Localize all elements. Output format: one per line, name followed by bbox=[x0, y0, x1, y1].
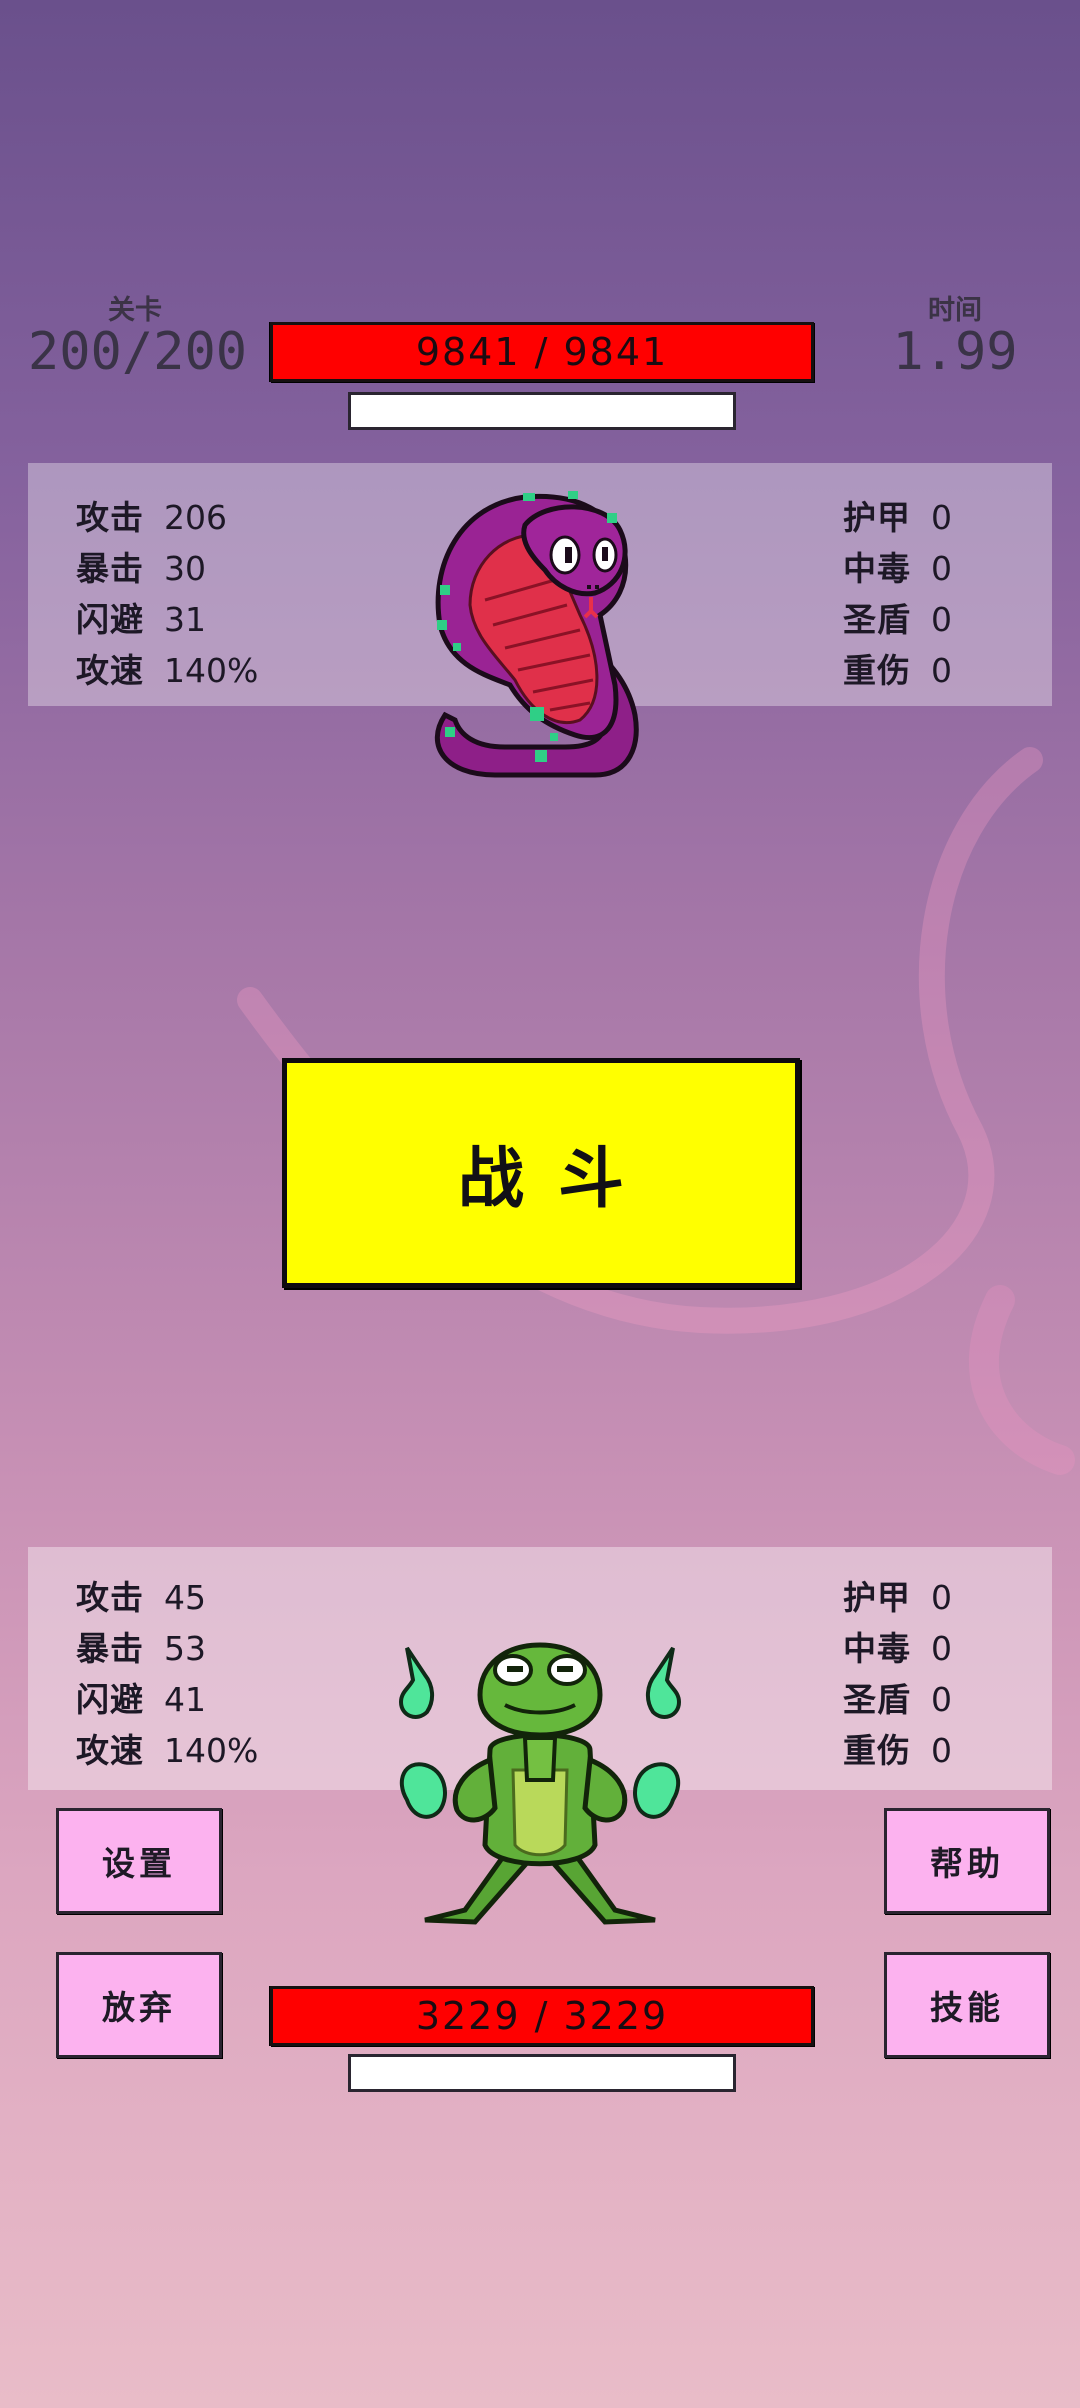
time-value: 1.99 bbox=[892, 322, 1018, 382]
settings-button[interactable]: 设置 bbox=[56, 1808, 222, 1914]
enemy-stat-crit: 暴击 30 bbox=[76, 549, 206, 588]
player-stat-dodge: 闪避 41 bbox=[76, 1680, 206, 1719]
player-stat-armor: 护甲 0 bbox=[843, 1578, 952, 1617]
enemy-stat-speed: 攻速 140% bbox=[76, 651, 259, 690]
enemy-stat-attack: 攻击 206 bbox=[76, 498, 227, 537]
player-stat-holy-shield: 圣盾 0 bbox=[843, 1680, 952, 1719]
fight-button[interactable]: 战斗 bbox=[282, 1058, 800, 1288]
player-stat-speed: 攻速 140% bbox=[76, 1731, 259, 1770]
give-up-button[interactable]: 放弃 bbox=[56, 1952, 222, 2058]
enemy-stat-poison: 中毒 0 bbox=[843, 549, 952, 588]
player-shield-bar bbox=[348, 2054, 736, 2092]
player-stat-wound: 重伤 0 bbox=[843, 1731, 952, 1770]
skills-button[interactable]: 技能 bbox=[884, 1952, 1050, 2058]
player-hp-text: 3229 / 3229 bbox=[415, 1994, 669, 2038]
player-stat-poison: 中毒 0 bbox=[843, 1629, 952, 1668]
enemy-stat-wound: 重伤 0 bbox=[843, 651, 952, 690]
player-stat-attack: 攻击 45 bbox=[76, 1578, 206, 1617]
frog-player-sprite bbox=[398, 1642, 682, 1925]
cobra-enemy-sprite bbox=[434, 491, 639, 778]
help-button[interactable]: 帮助 bbox=[884, 1808, 1050, 1914]
enemy-stat-holy-shield: 圣盾 0 bbox=[843, 600, 952, 639]
enemy-hp-bar: 9841 / 9841 bbox=[270, 322, 814, 382]
player-hp-bar: 3229 / 3229 bbox=[270, 1986, 814, 2046]
player-stat-crit: 暴击 53 bbox=[76, 1629, 206, 1668]
enemy-stat-armor: 护甲 0 bbox=[843, 498, 952, 537]
enemy-hp-text: 9841 / 9841 bbox=[415, 330, 669, 374]
enemy-shield-bar bbox=[348, 392, 736, 430]
enemy-stat-dodge: 闪避 31 bbox=[76, 600, 206, 639]
level-value: 200/200 bbox=[27, 322, 248, 382]
